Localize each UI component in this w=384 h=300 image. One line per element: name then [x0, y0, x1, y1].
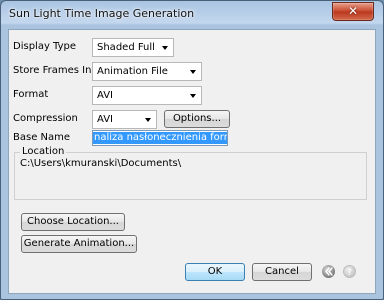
- generate-animation-button[interactable]: Generate Animation...: [21, 235, 137, 253]
- choose-location-button[interactable]: Choose Location...: [21, 213, 125, 231]
- base-name-label: Base Name: [13, 132, 71, 143]
- store-frames-dropdown[interactable]: Animation File: [92, 62, 202, 81]
- compression-dropdown[interactable]: AVI: [92, 110, 157, 129]
- close-icon: ✕: [347, 4, 359, 18]
- help-icon-glyph: ?: [347, 268, 352, 278]
- chevron-down-icon: [162, 46, 168, 50]
- chevron-down-icon: [190, 94, 196, 98]
- base-name-value: naliza nasłonecznienia formZ jr: [93, 132, 227, 144]
- location-label: Location: [20, 146, 67, 157]
- dialog-window: Sun Light Time Image Generation ✕ Displa…: [0, 0, 384, 300]
- format-label: Format: [13, 89, 49, 100]
- chevron-down-icon: [145, 118, 151, 122]
- compression-value: AVI: [97, 114, 113, 125]
- base-name-input[interactable]: naliza nasłonecznienia formZ jr: [92, 130, 228, 146]
- window-title: Sun Light Time Image Generation: [9, 7, 195, 20]
- display-type-value: Shaded Full: [97, 42, 155, 53]
- back-arrow-icon[interactable]: [322, 265, 335, 278]
- help-icon[interactable]: ?: [343, 265, 356, 278]
- back-arrow-icon-glyph: [325, 267, 333, 276]
- cancel-button[interactable]: Cancel: [252, 263, 312, 281]
- display-type-dropdown[interactable]: Shaded Full: [92, 38, 174, 57]
- chevron-down-icon: [190, 70, 196, 74]
- close-button[interactable]: ✕: [332, 2, 374, 21]
- dialog-content: Display Type Shaded Full Store Frames In…: [8, 29, 376, 294]
- display-type-label: Display Type: [13, 41, 77, 52]
- options-button[interactable]: Options...: [164, 110, 230, 128]
- format-value: AVI: [97, 90, 113, 101]
- location-path: C:\Users\kmuranski\Documents\: [20, 158, 182, 169]
- compression-label: Compression: [13, 113, 78, 124]
- store-frames-label: Store Frames In: [13, 65, 92, 76]
- store-frames-value: Animation File: [97, 66, 168, 77]
- format-dropdown[interactable]: AVI: [92, 86, 202, 105]
- svg-text:?: ?: [347, 268, 352, 277]
- ok-button[interactable]: OK: [185, 263, 245, 281]
- title-bar[interactable]: Sun Light Time Image Generation ✕: [1, 1, 383, 25]
